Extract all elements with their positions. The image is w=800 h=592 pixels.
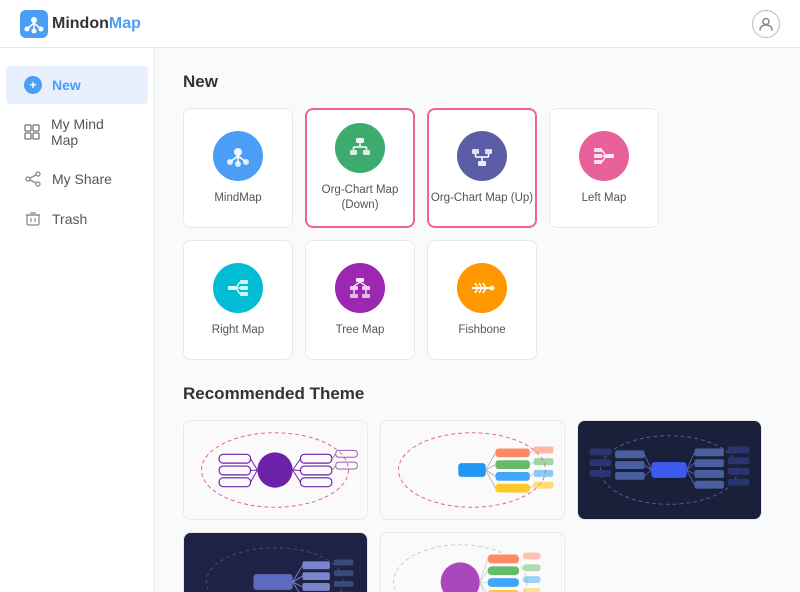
tree-map-label: Tree Map — [336, 323, 385, 338]
sidebar-item-my-mind-map-label: My Mind Map — [51, 116, 130, 148]
map-card-org-down[interactable]: Org-Chart Map (Down) — [305, 108, 415, 228]
left-map-label: Left Map — [582, 191, 627, 206]
mindmap-icon — [213, 131, 263, 181]
app-header: MindonMap — [0, 0, 800, 48]
org-up-label: Org-Chart Map (Up) — [431, 191, 533, 206]
theme-card-1[interactable] — [183, 420, 368, 520]
tree-map-icon — [335, 263, 385, 313]
share-icon — [24, 170, 42, 188]
trash-icon — [24, 210, 42, 228]
map-card-org-up[interactable]: Org-Chart Map (Up) — [427, 108, 537, 228]
logo-icon — [20, 10, 48, 38]
sidebar-item-my-mind-map[interactable]: My Mind Map — [6, 106, 148, 158]
org-down-icon — [335, 123, 385, 173]
theme-grid — [183, 420, 772, 592]
theme-card-5[interactable] — [380, 532, 565, 592]
grid-icon — [24, 123, 41, 141]
sidebar-item-trash-label: Trash — [52, 211, 87, 227]
sidebar-item-new[interactable]: + New — [6, 66, 148, 104]
map-card-fishbone[interactable]: Fishbone — [427, 240, 537, 360]
fishbone-icon — [457, 263, 507, 313]
logo: MindonMap — [20, 10, 141, 38]
new-badge-icon: + — [24, 76, 42, 94]
right-map-label: Right Map — [212, 323, 264, 338]
sidebar-item-my-share-label: My Share — [52, 171, 112, 187]
map-type-grid: MindMap Org-Chart Map (Down) — [183, 108, 772, 360]
recommended-section-title: Recommended Theme — [183, 384, 772, 404]
org-down-label: Org-Chart Map (Down) — [307, 183, 413, 213]
app-body: + New My Mind Map — [0, 48, 800, 592]
theme-card-4[interactable] — [183, 532, 368, 592]
map-card-mindmap[interactable]: MindMap — [183, 108, 293, 228]
sidebar-item-my-share[interactable]: My Share — [6, 160, 148, 198]
mindmap-label: MindMap — [214, 191, 261, 206]
user-avatar-button[interactable] — [752, 10, 780, 38]
new-section-title: New — [183, 72, 772, 92]
map-card-left-map[interactable]: Left Map — [549, 108, 659, 228]
sidebar-item-new-label: New — [52, 77, 81, 93]
map-card-right-map[interactable]: Right Map — [183, 240, 293, 360]
main-content: New MindMap — [155, 48, 800, 592]
logo-text: MindonMap — [52, 15, 141, 33]
sidebar-item-trash[interactable]: Trash — [6, 200, 148, 238]
theme-card-3[interactable] — [577, 420, 762, 520]
right-map-icon — [213, 263, 263, 313]
fishbone-label: Fishbone — [458, 323, 505, 338]
map-card-tree-map[interactable]: Tree Map — [305, 240, 415, 360]
sidebar: + New My Mind Map — [0, 48, 155, 592]
org-up-icon — [457, 131, 507, 181]
left-map-icon — [579, 131, 629, 181]
theme-card-2[interactable] — [380, 420, 565, 520]
